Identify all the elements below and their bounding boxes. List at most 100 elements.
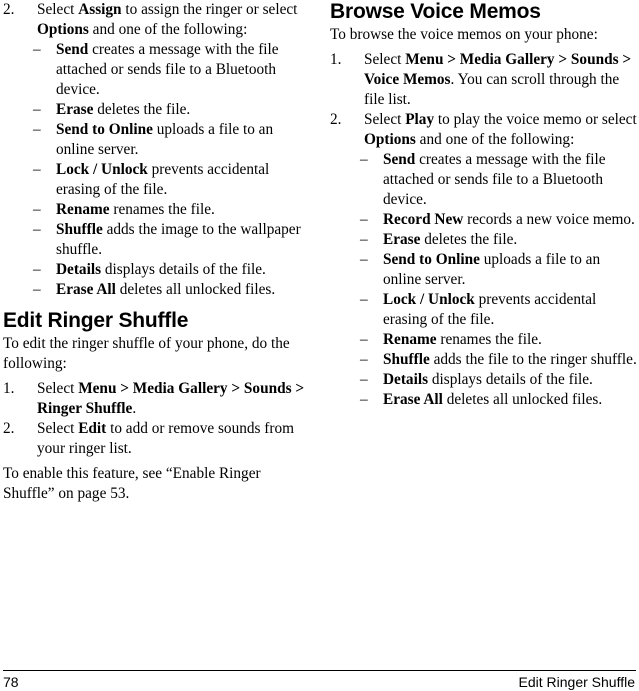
section-intro: To edit the ringer shuffle of your phone… — [3, 335, 290, 372]
option-term: Shuffle — [56, 221, 103, 238]
step-text-plain: Select — [37, 420, 79, 437]
page-title-browse-voice-memos: Browse Voice Memos — [330, 0, 541, 23]
left-column: 2. Select Assign to assign the ringer or… — [3, 0, 310, 504]
list-item: – Erase deletes the file. — [3, 100, 310, 120]
dash-marker: – — [360, 351, 368, 368]
list-text: Erase deletes the file. — [56, 101, 190, 118]
option-term: Send to Online — [383, 251, 480, 268]
step-text-plain: to assign the ringer or select — [121, 1, 298, 18]
option-description: deletes all unlocked files. — [115, 281, 276, 298]
option-description: creates a message with the file attached… — [56, 41, 279, 98]
list-item: – Details displays details of the file. — [330, 370, 637, 390]
dash-marker: – — [33, 121, 41, 138]
list-item: – Send creates a message with the file at… — [330, 150, 637, 210]
dash-marker: – — [33, 41, 41, 58]
step-text-plain: . — [132, 400, 137, 417]
list-marker: 2. — [3, 1, 15, 18]
dash-marker: – — [360, 151, 368, 168]
list-text: Send creates a message with the file att… — [383, 151, 606, 208]
option-description: creates a message with the file attached… — [383, 151, 606, 208]
list-marker: 2. — [330, 111, 342, 128]
option-description: renames the file. — [436, 331, 542, 348]
list-text: Send creates a message with the file att… — [56, 41, 279, 98]
footer-divider — [3, 670, 636, 671]
manual-page: 2. Select Assign to assign the ringer or… — [0, 0, 639, 691]
option-list: – Send creates a message with the file at… — [330, 150, 637, 410]
list-item: – Rename renames the file. — [3, 200, 310, 220]
option-description: deletes the file. — [93, 101, 191, 118]
list-text: Send to Online uploads a file to an onli… — [56, 121, 273, 158]
dash-marker: – — [33, 221, 41, 238]
list-text: Erase All deletes all unlocked files. — [383, 391, 602, 408]
list-item: 2. Select Play to play the voice memo or … — [330, 110, 637, 150]
list-item: 2. Select Edit to add or remove sounds fr… — [3, 419, 310, 459]
list-text: Shuffle adds the image to the wallpaper … — [56, 221, 301, 258]
list-item: 1. Select Menu > Media Gallery > Sounds >… — [3, 379, 310, 419]
list-text: Shuffle adds the file to the ringer shuf… — [383, 351, 637, 368]
dash-marker: – — [360, 231, 368, 248]
step-text-plain: and one of the following: — [88, 21, 248, 38]
dash-marker: – — [33, 261, 41, 278]
dash-marker: – — [33, 101, 41, 118]
dash-marker: – — [360, 391, 368, 408]
dash-marker: – — [33, 161, 41, 178]
dash-marker: – — [360, 211, 368, 228]
list-item: 1. Select Menu > Media Gallery > Sounds >… — [330, 50, 637, 110]
list-text: Details displays details of the file. — [383, 371, 593, 388]
list-item: – Shuffle adds the image to the wallpaper… — [3, 220, 310, 260]
option-term: Details — [56, 261, 102, 278]
dash-marker: – — [360, 331, 368, 348]
list-marker: 1. — [330, 51, 342, 68]
list-item: – Rename renames the file. — [330, 330, 637, 350]
option-list: – Send creates a message with the file at… — [3, 40, 310, 300]
list-item: – Erase All deletes all unlocked files. — [330, 390, 637, 410]
list-item: – Lock / Unlock prevents accidental erasi… — [330, 290, 637, 330]
option-term: Shuffle — [383, 351, 430, 368]
list-text: Lock / Unlock prevents accidental erasin… — [383, 291, 596, 328]
numbered-step-list: 1. Select Menu > Media Gallery > Sounds >… — [330, 50, 637, 150]
list-item: – Erase deletes the file. — [330, 230, 637, 250]
option-description: renames the file. — [109, 201, 215, 218]
option-term: Lock / Unlock — [383, 291, 475, 308]
list-text: Select Play to play the voice memo or se… — [364, 111, 637, 148]
list-item: – Send to Online uploads a file to an onl… — [330, 250, 637, 290]
option-description: records a new voice memo. — [463, 211, 635, 228]
option-description: displays details of the file. — [428, 371, 593, 388]
option-term: Erase — [383, 231, 421, 248]
list-marker: 2. — [3, 420, 15, 437]
list-item: – Erase All deletes all unlocked files. — [3, 280, 310, 300]
dash-marker: – — [360, 251, 368, 268]
list-text: Rename renames the file. — [383, 331, 542, 348]
option-term: Erase — [56, 101, 94, 118]
option-term: Lock / Unlock — [56, 161, 148, 178]
option-term: Send — [56, 41, 89, 58]
list-text: Select Menu > Media Gallery > Sounds > R… — [37, 380, 304, 417]
step-text-bold: Assign — [78, 1, 122, 18]
section-intro: To browse the voice memos on your phone: — [330, 26, 598, 43]
page-number: 78 — [3, 674, 19, 690]
step-text-plain: to play the voice memo or select — [434, 111, 637, 128]
step-text-bold: Edit — [78, 420, 107, 437]
step-text-plain: Select — [364, 51, 406, 68]
option-term: Rename — [56, 201, 110, 218]
option-term: Erase All — [383, 391, 443, 408]
step-text-bold: Options — [364, 131, 416, 148]
option-description: deletes all unlocked files. — [442, 391, 603, 408]
step-text-plain: Select — [364, 111, 406, 128]
list-item: – Lock / Unlock prevents accidental erasi… — [3, 160, 310, 200]
option-description: displays details of the file. — [101, 261, 266, 278]
step-text-bold: Menu > Media Gallery > Sounds > Ringer S… — [37, 380, 305, 417]
list-item: 2. Select Assign to assign the ringer or… — [3, 0, 310, 40]
page-title-edit-ringer-shuffle: Edit Ringer Shuffle — [3, 309, 189, 332]
section-closing-note: To enable this feature, see “Enable Ring… — [3, 465, 261, 502]
list-text: Select Menu > Media Gallery > Sounds > V… — [364, 51, 631, 108]
option-term: Details — [383, 371, 429, 388]
step-text-plain: Select — [37, 1, 79, 18]
list-text: Record New records a new voice memo. — [383, 211, 635, 228]
numbered-step-list: 1. Select Menu > Media Gallery > Sounds >… — [3, 379, 310, 459]
list-text: Select Assign to assign the ringer or se… — [37, 1, 297, 38]
step-text-bold: Options — [37, 21, 89, 38]
option-description: deletes the file. — [420, 231, 518, 248]
right-column: Browse Voice Memos To browse the voice m… — [330, 0, 637, 410]
option-term: Send — [383, 151, 416, 168]
